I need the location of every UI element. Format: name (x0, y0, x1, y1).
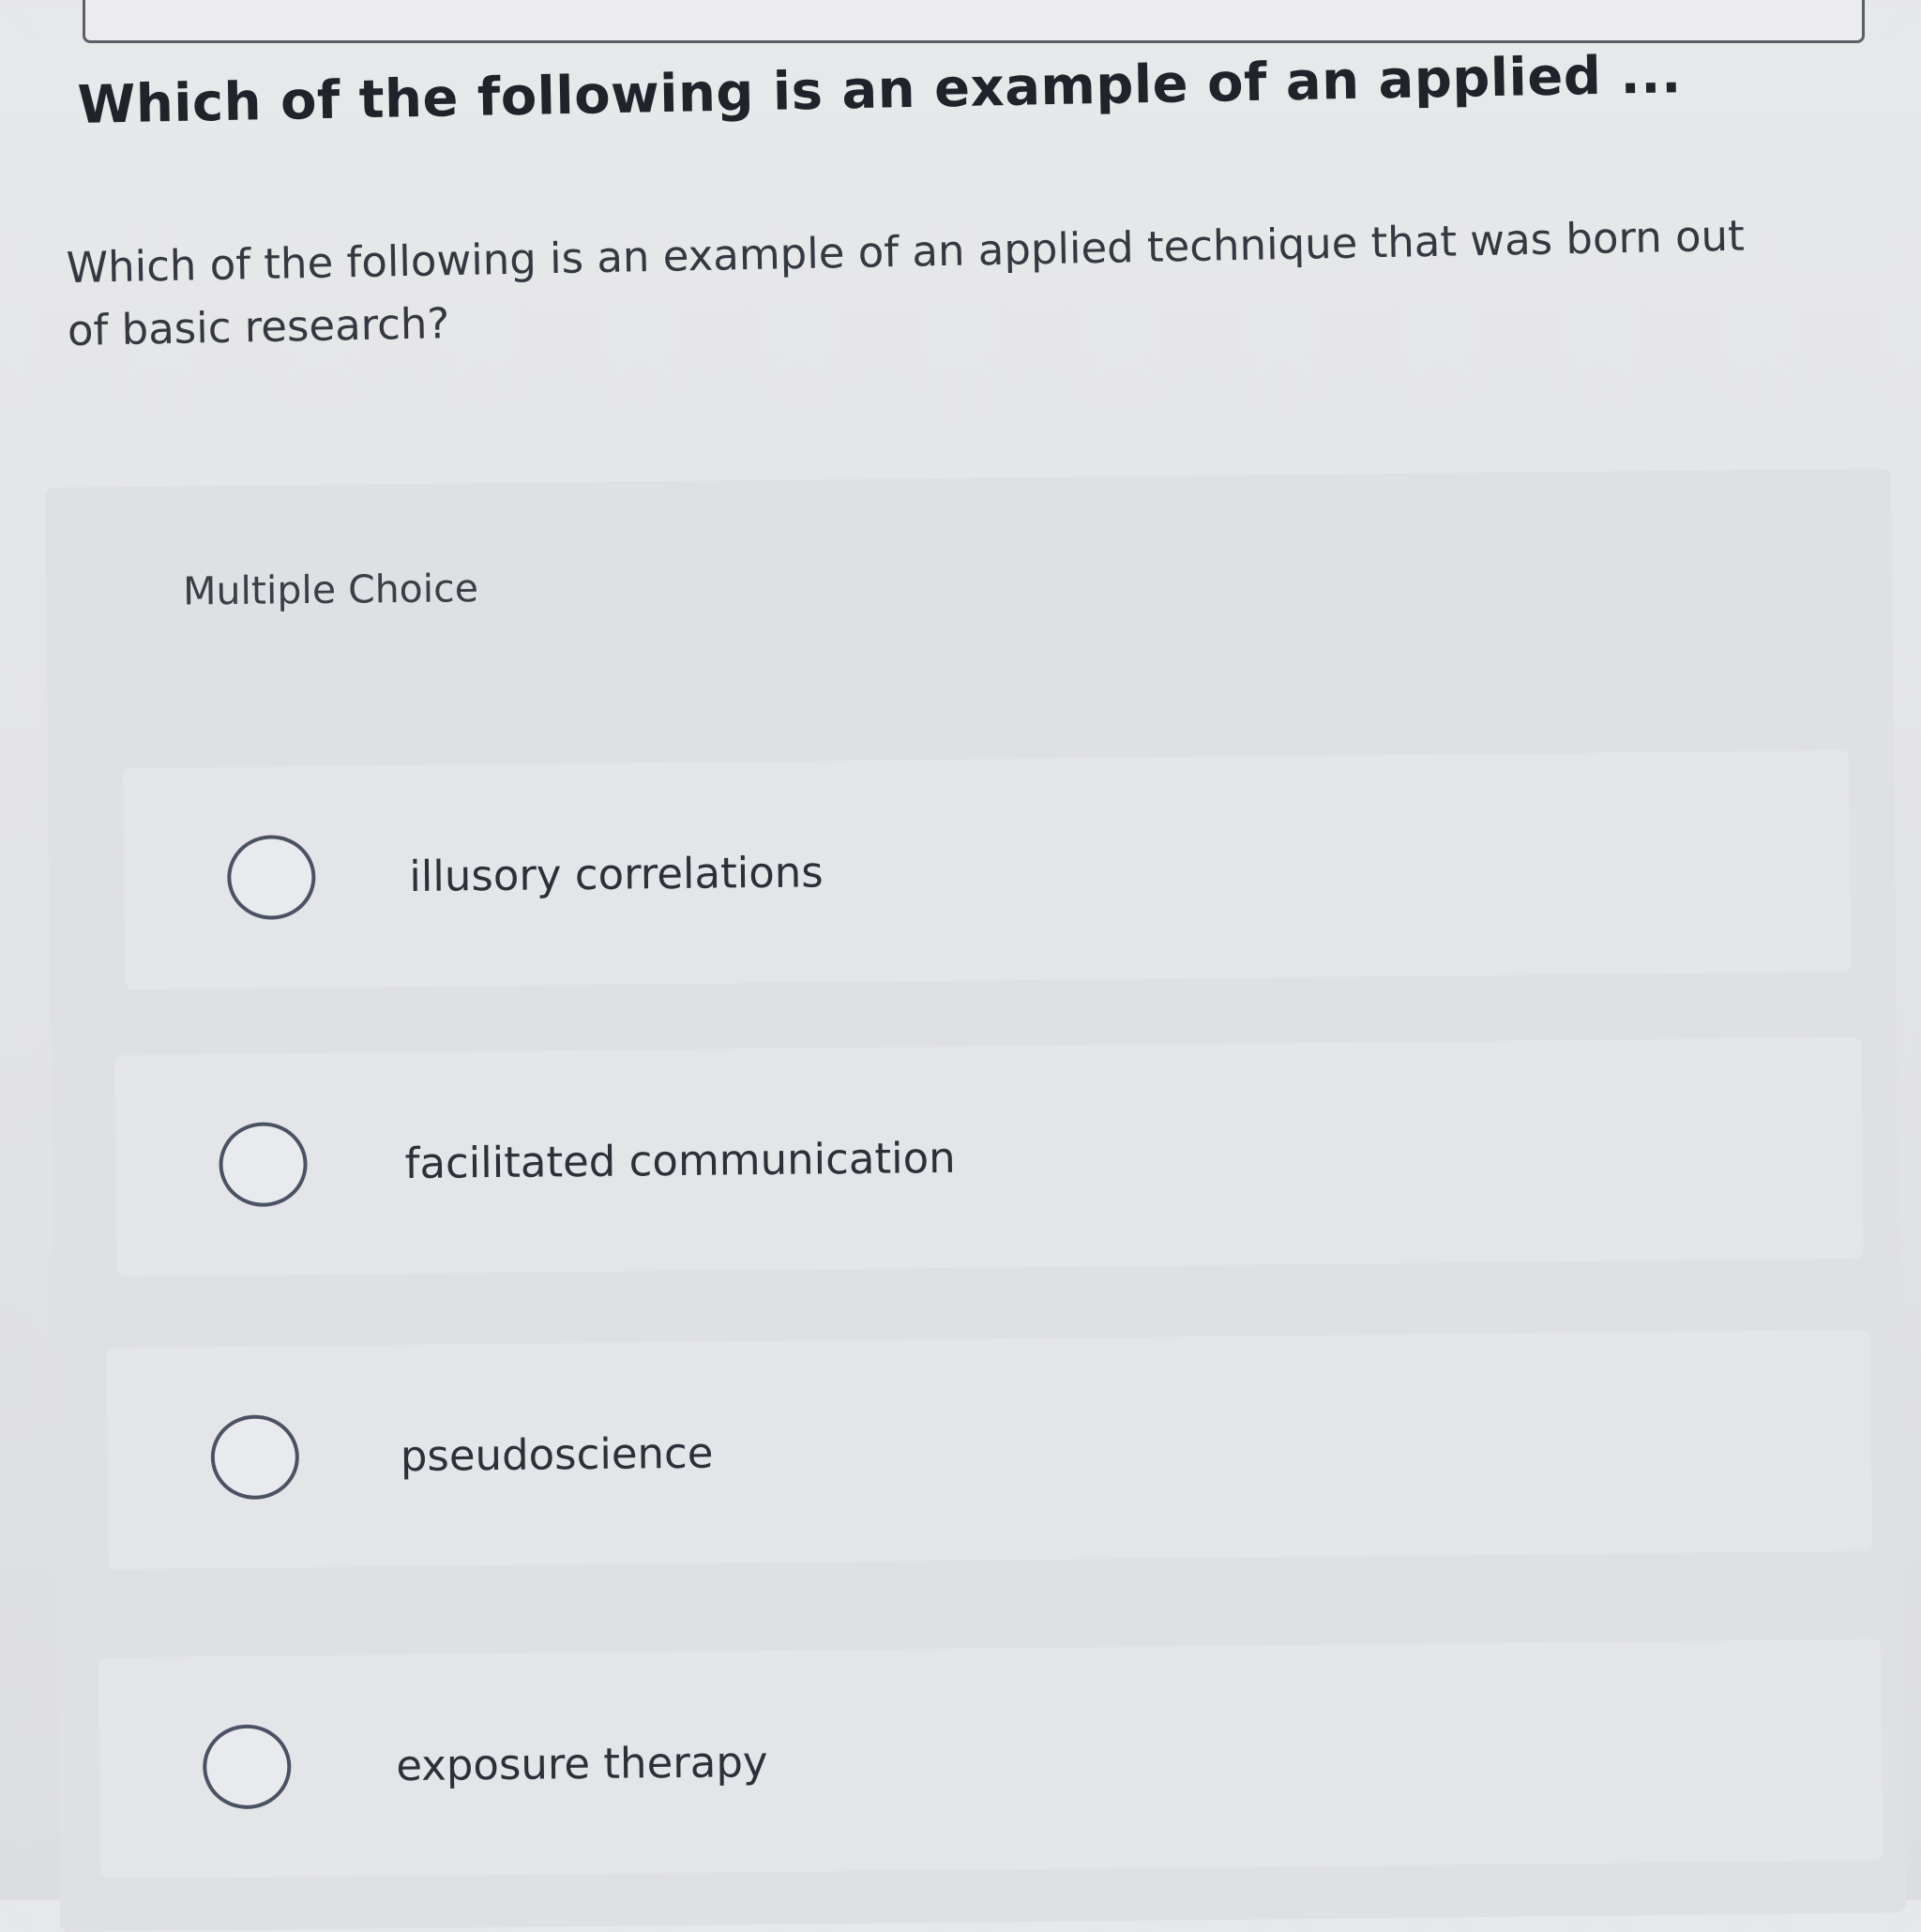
choice-label: illusory correlations (409, 846, 824, 901)
choice-label: facilitated communication (404, 1132, 956, 1188)
choice-label: exposure therapy (396, 1736, 768, 1790)
choice-option-exposure-therapy[interactable]: exposure therapy (98, 1638, 1883, 1879)
choice-option-facilitated-communication[interactable]: facilitated communication (114, 1036, 1864, 1277)
choice-label: pseudoscience (400, 1427, 714, 1481)
choice-option-illusory-correlations[interactable]: illusory correlations (123, 749, 1852, 990)
radio-button-icon[interactable] (202, 1724, 292, 1810)
radio-button-icon[interactable] (219, 1122, 309, 1208)
multiple-choice-panel: Multiple Choice illusory correlations fa… (45, 468, 1907, 1932)
panel-title: Multiple Choice (182, 566, 479, 614)
radio-button-icon[interactable] (210, 1414, 300, 1501)
radio-button-icon[interactable] (226, 835, 316, 920)
choice-option-pseudoscience[interactable]: pseudoscience (106, 1329, 1872, 1570)
question-title: Which of the following is an example of … (77, 44, 1683, 136)
answer-input-box[interactable] (83, 0, 1865, 43)
question-prompt: Which of the following is an example of … (66, 203, 1850, 362)
